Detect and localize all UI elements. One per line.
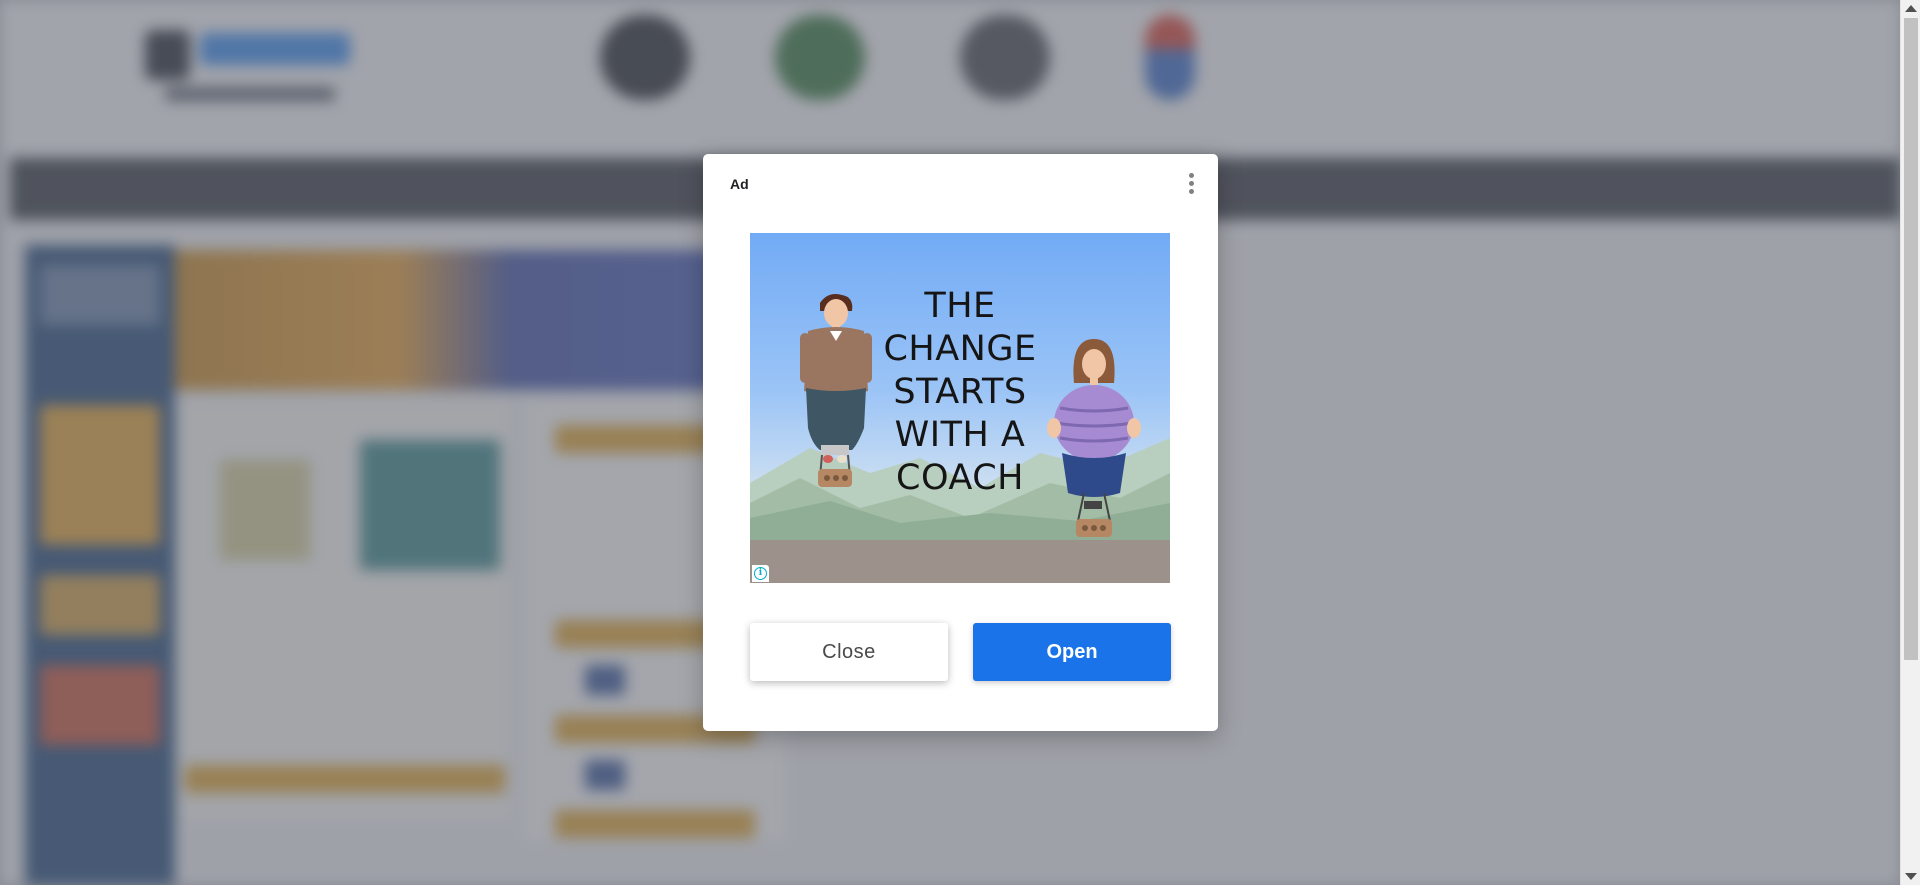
scroll-up-arrow-icon[interactable] bbox=[1905, 5, 1917, 12]
headline-line: COACH bbox=[896, 458, 1024, 498]
scrollbar-thumb[interactable] bbox=[1904, 18, 1918, 660]
ad-creative-image[interactable]: THE CHANGE STARTS WITH A COACH i bbox=[750, 233, 1170, 583]
ad-dialog: Ad THE CHANGE STARTS WITH A COACH i Clos… bbox=[703, 154, 1218, 731]
headline-line: STARTS bbox=[893, 372, 1027, 412]
info-icon[interactable]: i bbox=[752, 565, 769, 582]
headline-line: THE bbox=[924, 286, 996, 326]
ad-label: Ad bbox=[730, 176, 749, 192]
headline-line: WITH A bbox=[894, 415, 1026, 455]
ad-headline: THE CHANGE STARTS WITH A COACH bbox=[860, 285, 1060, 500]
more-vert-icon[interactable] bbox=[1179, 170, 1203, 198]
vertical-scrollbar[interactable] bbox=[1900, 0, 1920, 885]
scroll-down-arrow-icon[interactable] bbox=[1905, 873, 1917, 880]
open-button[interactable]: Open bbox=[973, 623, 1171, 681]
close-button[interactable]: Close bbox=[750, 623, 948, 681]
headline-line: CHANGE bbox=[883, 329, 1037, 369]
